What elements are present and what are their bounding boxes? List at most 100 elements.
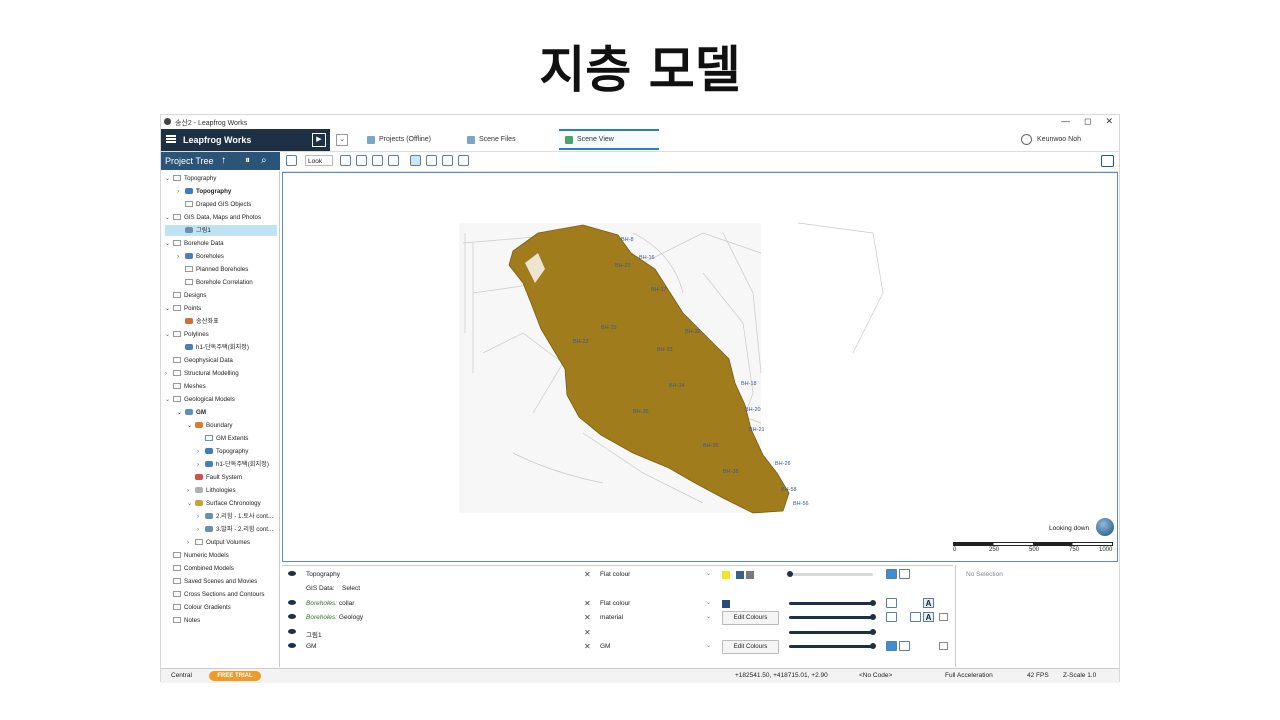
visibility-eye-icon[interactable] (288, 629, 296, 634)
draw-lines-icon[interactable] (356, 155, 367, 166)
tree-item-gm-extents[interactable]: GM Extents (205, 433, 248, 444)
tree-item-saved-scenes[interactable]: Saved Scenes and Movies (173, 576, 257, 587)
user-account[interactable]: Keunwoo Noh (1021, 134, 1081, 145)
grid-icon[interactable] (939, 613, 948, 621)
pencil-icon[interactable] (426, 155, 437, 166)
code-status[interactable]: <No Code> (859, 672, 892, 679)
shelf-row-topography[interactable]: Topography ✕ Flat colour ⌄ (282, 568, 953, 581)
slider-knob[interactable] (870, 643, 876, 649)
tree-item-borehole-correlation[interactable]: Borehole Correlation (185, 277, 253, 288)
tree-item-colour-gradients[interactable]: Colour Gradients (173, 602, 231, 613)
maximize-button[interactable]: ◻ (1084, 116, 1091, 127)
transparency-slider[interactable] (789, 616, 873, 619)
remove-icon[interactable]: ✕ (584, 613, 591, 622)
select-tool-icon[interactable] (410, 155, 421, 166)
draw-points-icon[interactable] (340, 155, 351, 166)
look-select[interactable]: Look (305, 155, 333, 166)
split-icon[interactable] (910, 612, 921, 622)
menu-icon[interactable] (166, 135, 176, 137)
slider-knob[interactable] (870, 600, 876, 606)
tree-item-points-coords[interactable]: 송산좌표 (185, 316, 219, 327)
shelf-row-gm[interactable]: GM ✕ GM ⌄ Edit Colours (282, 640, 953, 654)
play-icon[interactable] (886, 641, 897, 651)
tree-item-borehole-data[interactable]: ⌄ Borehole Data (165, 238, 224, 249)
slice-icon[interactable] (388, 155, 399, 166)
tree-item-designs[interactable]: Designs (173, 290, 206, 301)
colour-mode[interactable]: Flat colour (600, 600, 630, 607)
colour-swatch[interactable] (736, 571, 744, 579)
arrow-up-icon[interactable]: ↑ (221, 155, 226, 166)
tree-item-numeric-models[interactable]: Numeric Models (173, 550, 229, 561)
play-icon[interactable] (886, 569, 897, 579)
tree-item-fault-system[interactable]: Fault System (195, 472, 242, 483)
tree-item-boundary-topography[interactable]: › Topography (197, 446, 248, 457)
shelf-row-collar[interactable]: Boreholes: collar ✕ Flat colour ⌄ A (282, 597, 953, 610)
tree-item-geological-models[interactable]: ⌄ Geological Models (165, 394, 235, 405)
close-button[interactable]: ✕ (1105, 116, 1113, 127)
tab-scene-view[interactable]: Scene View (559, 129, 659, 150)
tree-item-geophysical[interactable]: Geophysical Data (173, 355, 233, 366)
tree-item-output-volumes[interactable]: › Output Volumes (187, 537, 250, 548)
tree-item-lithologies[interactable]: › Lithologies (187, 485, 236, 496)
tree-item-boreholes[interactable]: › Boreholes (177, 251, 224, 262)
brand-header[interactable]: Leapfrog Works (161, 129, 292, 151)
visibility-eye-icon[interactable] (288, 614, 296, 619)
label-icon[interactable] (886, 598, 897, 608)
tree-item-notes[interactable]: Notes (173, 615, 200, 626)
edit-colours-button[interactable]: Edit Colours (722, 640, 779, 654)
rotate-icon[interactable] (372, 155, 383, 166)
play-icon[interactable]: ▶ (312, 133, 326, 147)
tree-item-topography-folder[interactable]: ⌄ Topography (165, 173, 216, 184)
tab-scene-files[interactable]: Scene Files (461, 129, 553, 150)
tree-item-draped-gis[interactable]: Draped GIS Objects (185, 199, 251, 210)
shelf-row-gis-data[interactable]: GIS Data: Select (282, 582, 953, 595)
tab-projects[interactable]: Projects (Offline) (361, 129, 457, 150)
colour-swatch[interactable] (722, 571, 730, 579)
text-label-icon[interactable]: A (923, 598, 934, 608)
colour-swatch[interactable] (746, 571, 754, 579)
tree-item-cross-sections[interactable]: Cross Sections and Contours (173, 589, 264, 600)
transparency-slider[interactable] (789, 645, 873, 648)
colour-swatch[interactable] (722, 600, 730, 608)
shelf-row-geology[interactable]: Boreholes: Geology ✕ material ⌄ Edit Col… (282, 611, 953, 625)
slider-knob[interactable] (870, 629, 876, 635)
tree-item-meshes[interactable]: Meshes (173, 381, 206, 392)
tree-item-image1[interactable]: 그림1 (165, 225, 277, 236)
transparency-slider[interactable] (789, 602, 873, 605)
shelf-row-image1[interactable]: 그림1 ✕ (282, 626, 953, 639)
view-globe-icon[interactable] (1096, 518, 1114, 536)
ruler-icon[interactable] (458, 155, 469, 166)
minimize-button[interactable]: — (1061, 116, 1070, 127)
tree-item-polyline-h1[interactable]: h1-단독주택(회지정) (185, 342, 249, 353)
transparency-slider[interactable] (789, 631, 873, 634)
gis-select[interactable]: Select (342, 585, 360, 592)
visibility-eye-icon[interactable] (288, 571, 296, 576)
tree-item-planned-boreholes[interactable]: Planned Boreholes (185, 264, 248, 275)
colour-mode[interactable]: material (600, 614, 623, 621)
edit-colours-button[interactable]: Edit Colours (722, 611, 779, 625)
pause-icon[interactable]: ⏸ (245, 155, 250, 166)
remove-icon[interactable]: ✕ (584, 628, 591, 637)
chevron-down-icon[interactable]: ⌄ (706, 570, 711, 577)
tree-item-structural[interactable]: › Structural Modelling (165, 368, 239, 379)
label-icon[interactable] (886, 612, 897, 622)
refresh-icon[interactable] (442, 155, 453, 166)
remove-icon[interactable]: ✕ (584, 570, 591, 579)
tree-item-gis-folder[interactable]: ⌄ GIS Data, Maps and Photos (165, 212, 261, 223)
tree-item-boundary-h1[interactable]: › h1-단독주택(회지정) (197, 459, 269, 470)
layout-icon[interactable] (286, 155, 297, 166)
transparency-slider[interactable] (789, 573, 873, 576)
tree-item-polylines[interactable]: ⌄ Polylines (165, 329, 209, 340)
scene-view[interactable]: BH-8 BH-16 BH-17 BH-32 BH-18 BH-20 BH-21 BH-26 B… (282, 172, 1118, 562)
tree-item-gm[interactable]: ⌄ GM (177, 407, 206, 418)
chevron-down-icon[interactable]: ⌄ (706, 613, 711, 620)
tree-item-boundary[interactable]: ⌄ Boundary (187, 420, 233, 431)
play-edit-icon[interactable] (899, 641, 910, 651)
chevron-down-icon[interactable]: ⌄ (706, 599, 711, 606)
camera-icon[interactable] (1101, 155, 1114, 167)
tree-item-combined-models[interactable]: Combined Models (173, 563, 234, 574)
chevron-down-icon[interactable]: ⌄ (706, 642, 711, 649)
free-trial-badge[interactable]: FREE TRIAL (209, 671, 261, 681)
play-edit-icon[interactable] (899, 569, 910, 579)
z-scale-status[interactable]: Z-Scale 1.0 (1063, 672, 1096, 679)
